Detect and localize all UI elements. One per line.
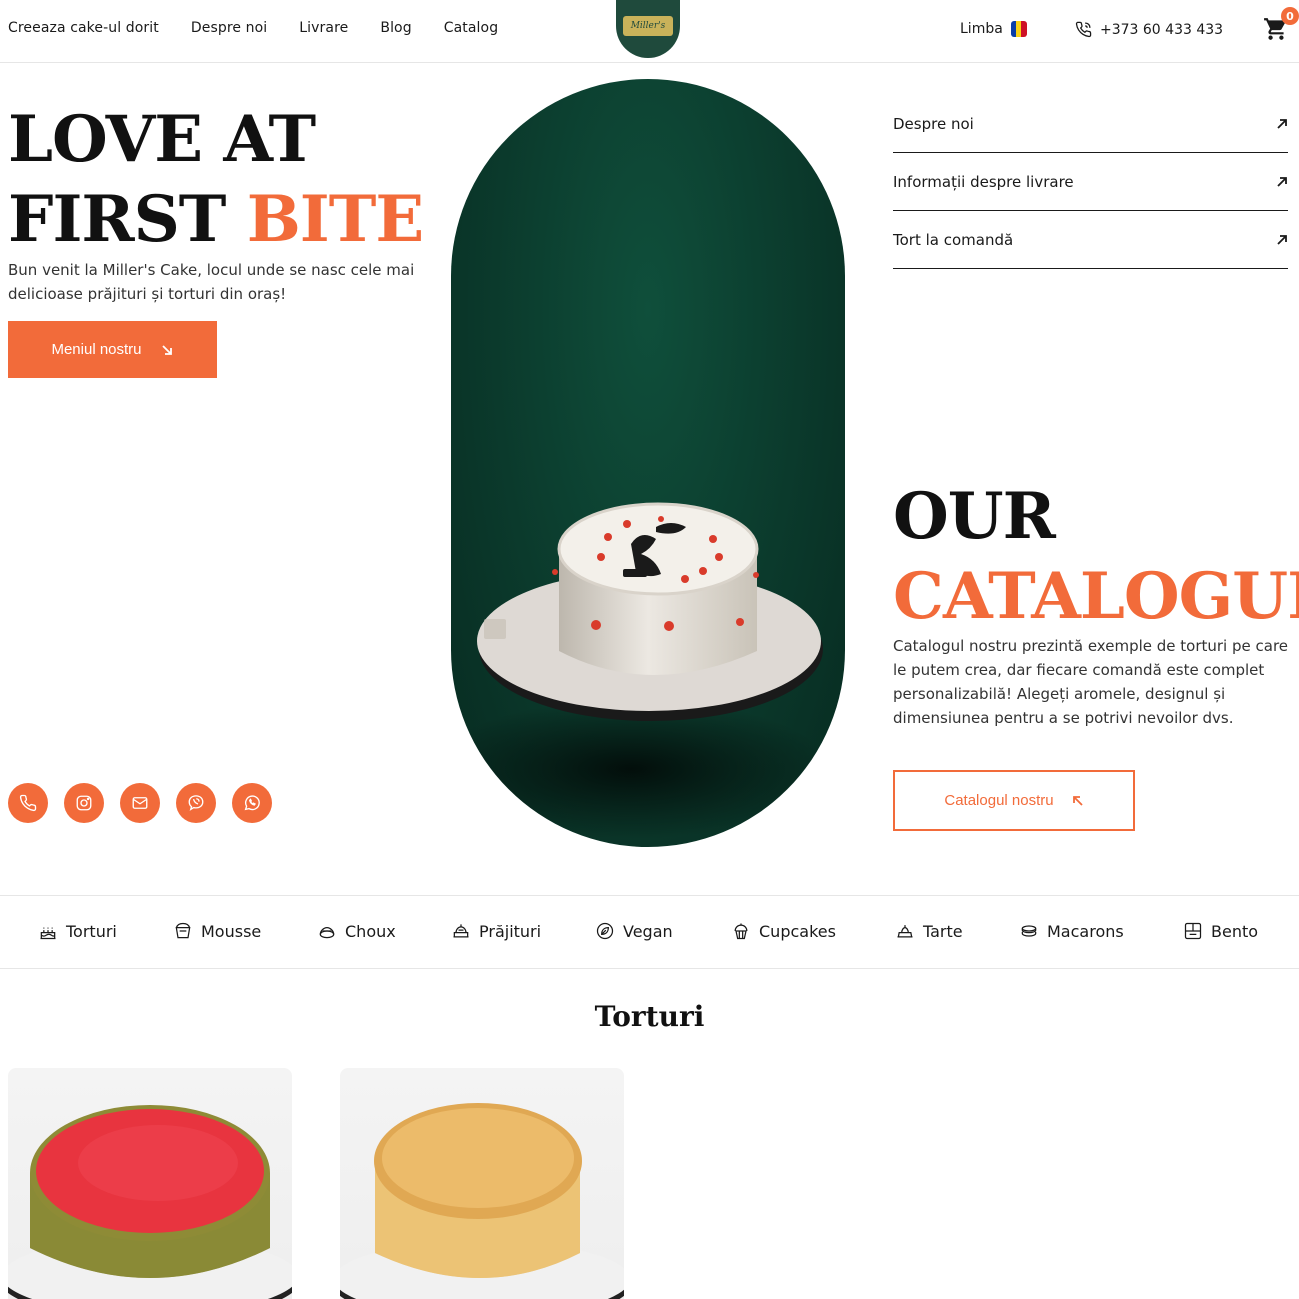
site-header: Creeaza cake-ul dorit Despre noi Livrare… bbox=[0, 0, 1299, 63]
arrow-up-right-icon bbox=[1277, 118, 1287, 129]
social-viber[interactable] bbox=[176, 783, 216, 823]
logo-plate: Miller's bbox=[623, 16, 673, 36]
social-phone[interactable] bbox=[8, 783, 48, 823]
category-prajituri-label: Prăjituri bbox=[479, 921, 542, 941]
cake-illustration bbox=[451, 502, 831, 839]
nav-blog[interactable]: Blog bbox=[380, 20, 411, 36]
menu-button[interactable]: Meniul nostru bbox=[8, 321, 217, 378]
viber-icon bbox=[188, 795, 204, 811]
category-choux[interactable]: Choux bbox=[317, 921, 396, 941]
catalog-button-label: Catalogul nostru bbox=[944, 792, 1054, 809]
category-vegan-label: Vegan bbox=[623, 921, 673, 941]
birthday-cake-icon bbox=[40, 927, 56, 940]
leaf-icon bbox=[596, 922, 614, 940]
link-delivery-label: Informații despre livrare bbox=[893, 172, 1074, 191]
link-about-label: Despre noi bbox=[893, 114, 974, 133]
choux-icon bbox=[319, 927, 335, 939]
arrow-up-right-icon bbox=[1277, 176, 1287, 187]
category-torturi[interactable]: Torturi bbox=[38, 921, 117, 941]
instagram-icon bbox=[76, 795, 92, 811]
brand-logo[interactable]: Miller's bbox=[616, 0, 680, 58]
hero-title: LOVE AT FIRST BITE bbox=[8, 100, 424, 260]
quick-links: Despre noi Informații despre livrare Tor… bbox=[893, 95, 1288, 269]
category-cupcakes[interactable]: Cupcakes bbox=[731, 921, 836, 941]
category-macarons-label: Macarons bbox=[1047, 921, 1124, 941]
logo-text: Miller's bbox=[630, 21, 666, 31]
category-tarte[interactable]: Tarte bbox=[895, 921, 963, 941]
category-bento[interactable]: Bento bbox=[1183, 921, 1258, 941]
product-card[interactable] bbox=[8, 1068, 292, 1299]
category-torturi-label: Torturi bbox=[66, 921, 117, 941]
nav-delivery[interactable]: Livrare bbox=[299, 20, 348, 36]
category-prajituri[interactable]: Prăjituri bbox=[451, 921, 541, 941]
social-links bbox=[8, 783, 272, 823]
hero-cake-image bbox=[451, 79, 845, 847]
cart-count-badge: 0 bbox=[1281, 7, 1299, 25]
catalog-button[interactable]: Catalogul nostru bbox=[893, 770, 1135, 831]
category-choux-label: Choux bbox=[345, 921, 396, 941]
cupcake-icon bbox=[734, 923, 748, 940]
social-mail[interactable] bbox=[120, 783, 160, 823]
category-bar: Torturi Mousse Choux Prăjituri Vegan Cup… bbox=[0, 895, 1299, 969]
mail-icon bbox=[132, 797, 148, 809]
category-mousse[interactable]: Mousse bbox=[173, 921, 261, 941]
category-vegan[interactable]: Vegan bbox=[595, 921, 673, 941]
social-whatsapp[interactable] bbox=[232, 783, 272, 823]
hero-title-line2: FIRST bbox=[8, 182, 247, 257]
link-custom-cake-label: Tort la comandă bbox=[893, 230, 1014, 249]
mousse-icon bbox=[175, 922, 191, 939]
language-label: Limba bbox=[960, 21, 1003, 37]
main-nav: Creeaza cake-ul dorit Despre noi Livrare… bbox=[8, 20, 498, 36]
pistachio-raspberry-cake-image bbox=[8, 1105, 292, 1299]
category-cupcakes-label: Cupcakes bbox=[759, 921, 836, 941]
bento-box-icon bbox=[1184, 922, 1202, 940]
pastry-icon bbox=[453, 924, 469, 938]
category-bento-label: Bento bbox=[1211, 921, 1259, 941]
catalogue-title: OUR CATALOGUE bbox=[893, 477, 1299, 637]
macaron-icon bbox=[1021, 925, 1037, 937]
romania-flag-icon bbox=[1010, 21, 1027, 37]
hero-title-accent: BITE bbox=[246, 182, 424, 257]
nav-create-cake[interactable]: Creeaza cake-ul dorit bbox=[8, 20, 159, 36]
catalogue-title-line2: CATALOGUE bbox=[893, 559, 1299, 634]
category-macarons[interactable]: Macarons bbox=[1019, 921, 1124, 941]
arrow-up-right-icon bbox=[1277, 234, 1287, 245]
social-instagram[interactable] bbox=[64, 783, 104, 823]
phone-number: +373 60 433 433 bbox=[1100, 21, 1224, 38]
product-card[interactable] bbox=[340, 1068, 624, 1299]
link-delivery-info[interactable]: Informații despre livrare bbox=[893, 153, 1288, 211]
phone-icon bbox=[1075, 21, 1092, 38]
link-custom-cake[interactable]: Tort la comandă bbox=[893, 211, 1288, 269]
honey-cake-image bbox=[340, 1103, 624, 1299]
category-mousse-label: Mousse bbox=[201, 921, 262, 941]
arrow-down-right-icon bbox=[161, 344, 172, 355]
language-switcher[interactable]: Limba bbox=[960, 21, 1027, 37]
menu-button-label: Meniul nostru bbox=[51, 341, 142, 358]
section-title: Torturi bbox=[594, 1000, 705, 1033]
tart-icon bbox=[897, 925, 913, 938]
header-phone[interactable]: +373 60 433 433 bbox=[1075, 21, 1223, 38]
phone-icon bbox=[19, 794, 37, 812]
arrow-up-left-icon bbox=[1072, 795, 1083, 806]
catalogue-description: Catalogul nostru prezintă exemple de tor… bbox=[893, 637, 1289, 727]
hero-title-line1: LOVE AT bbox=[8, 102, 316, 177]
catalogue-title-line1: OUR bbox=[893, 479, 1056, 554]
nav-about[interactable]: Despre noi bbox=[191, 20, 267, 36]
hero-subtitle: Bun venit la Miller's Cake, locul unde s… bbox=[8, 261, 415, 303]
nav-catalog[interactable]: Catalog bbox=[444, 20, 498, 36]
category-tarte-label: Tarte bbox=[923, 921, 963, 941]
whatsapp-icon bbox=[244, 795, 260, 811]
link-about[interactable]: Despre noi bbox=[893, 95, 1288, 153]
